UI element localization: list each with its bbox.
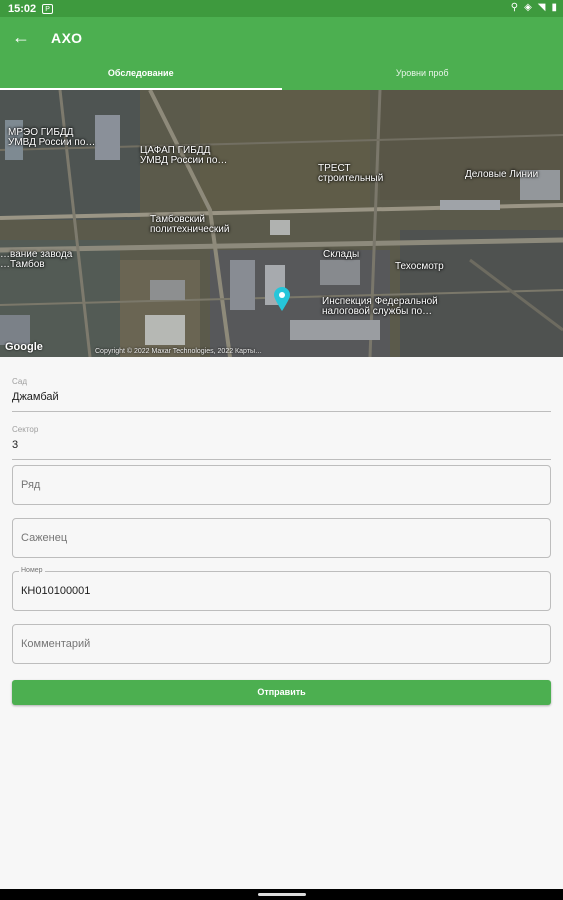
notification-icon: P bbox=[42, 3, 54, 14]
garden-value: Джамбай bbox=[12, 391, 59, 403]
sector-field: Сектор 3 bbox=[12, 425, 551, 460]
app-bar: ← АХО Обследование Уровни проб bbox=[0, 17, 563, 90]
status-icons: ⚲ ◈ ◥ ▮ bbox=[511, 2, 557, 13]
status-time: 15:02 bbox=[8, 2, 37, 15]
navigation-bar bbox=[0, 889, 563, 900]
map-label: Тамбовский политехнический bbox=[150, 214, 230, 235]
map-label: МРЭО ГИБДД УМВД России по… bbox=[8, 127, 96, 148]
map-label: Техосмотр bbox=[395, 261, 444, 272]
row-input[interactable]: Ряд bbox=[12, 465, 551, 505]
sapling-input[interactable]: Саженец bbox=[12, 518, 551, 558]
map-label: ТРЕСТ строительный bbox=[318, 163, 384, 184]
google-logo: Google bbox=[5, 341, 43, 353]
wifi-icon: ◥ bbox=[537, 2, 546, 13]
tab-sample-levels[interactable]: Уровни проб bbox=[282, 65, 563, 90]
submit-button[interactable]: Отправить bbox=[12, 680, 551, 705]
location-marker-icon[interactable] bbox=[273, 286, 291, 312]
home-handle[interactable] bbox=[258, 893, 306, 896]
map-label: Инспекция Федеральной налоговой службы п… bbox=[322, 296, 438, 317]
location-icon: ⚲ bbox=[510, 2, 519, 13]
map-copyright: Copyright © 2022 Maxar Technologies, 202… bbox=[95, 348, 263, 355]
tab-survey[interactable]: Обследование bbox=[0, 65, 282, 90]
number-value: КН010100001 bbox=[21, 585, 91, 597]
map-label: …вание завода …Тамбов bbox=[0, 249, 73, 270]
tab-bar: Обследование Уровни проб bbox=[0, 65, 563, 90]
number-label: Номер bbox=[19, 567, 45, 574]
sector-value: 3 bbox=[12, 439, 19, 451]
map-label: Склады bbox=[323, 249, 360, 260]
comment-placeholder: Комментарий bbox=[21, 638, 91, 650]
number-input[interactable]: Номер КН010100001 bbox=[12, 567, 551, 611]
garden-field: Сад Джамбай bbox=[12, 377, 551, 412]
satellite-map[interactable]: МРЭО ГИБДД УМВД России по… ЦАФАП ГИБДД У… bbox=[0, 90, 563, 357]
sector-label: Сектор bbox=[12, 425, 39, 434]
sapling-placeholder: Саженец bbox=[21, 532, 68, 544]
vibrate-icon: ◈ bbox=[524, 2, 532, 13]
map-label: ЦАФАП ГИБДД УМВД России по… bbox=[140, 145, 228, 166]
map-label: Деловые Линии bbox=[465, 169, 539, 180]
battery-icon: ▮ bbox=[551, 2, 557, 13]
arrow-left-icon[interactable]: ← bbox=[12, 27, 30, 48]
row-placeholder: Ряд bbox=[21, 479, 41, 491]
garden-label: Сад bbox=[12, 377, 27, 386]
page-title: АХО bbox=[51, 30, 83, 46]
status-bar: 15:02 P ⚲ ◈ ◥ ▮ bbox=[0, 0, 563, 17]
comment-input[interactable]: Комментарий bbox=[12, 624, 551, 664]
